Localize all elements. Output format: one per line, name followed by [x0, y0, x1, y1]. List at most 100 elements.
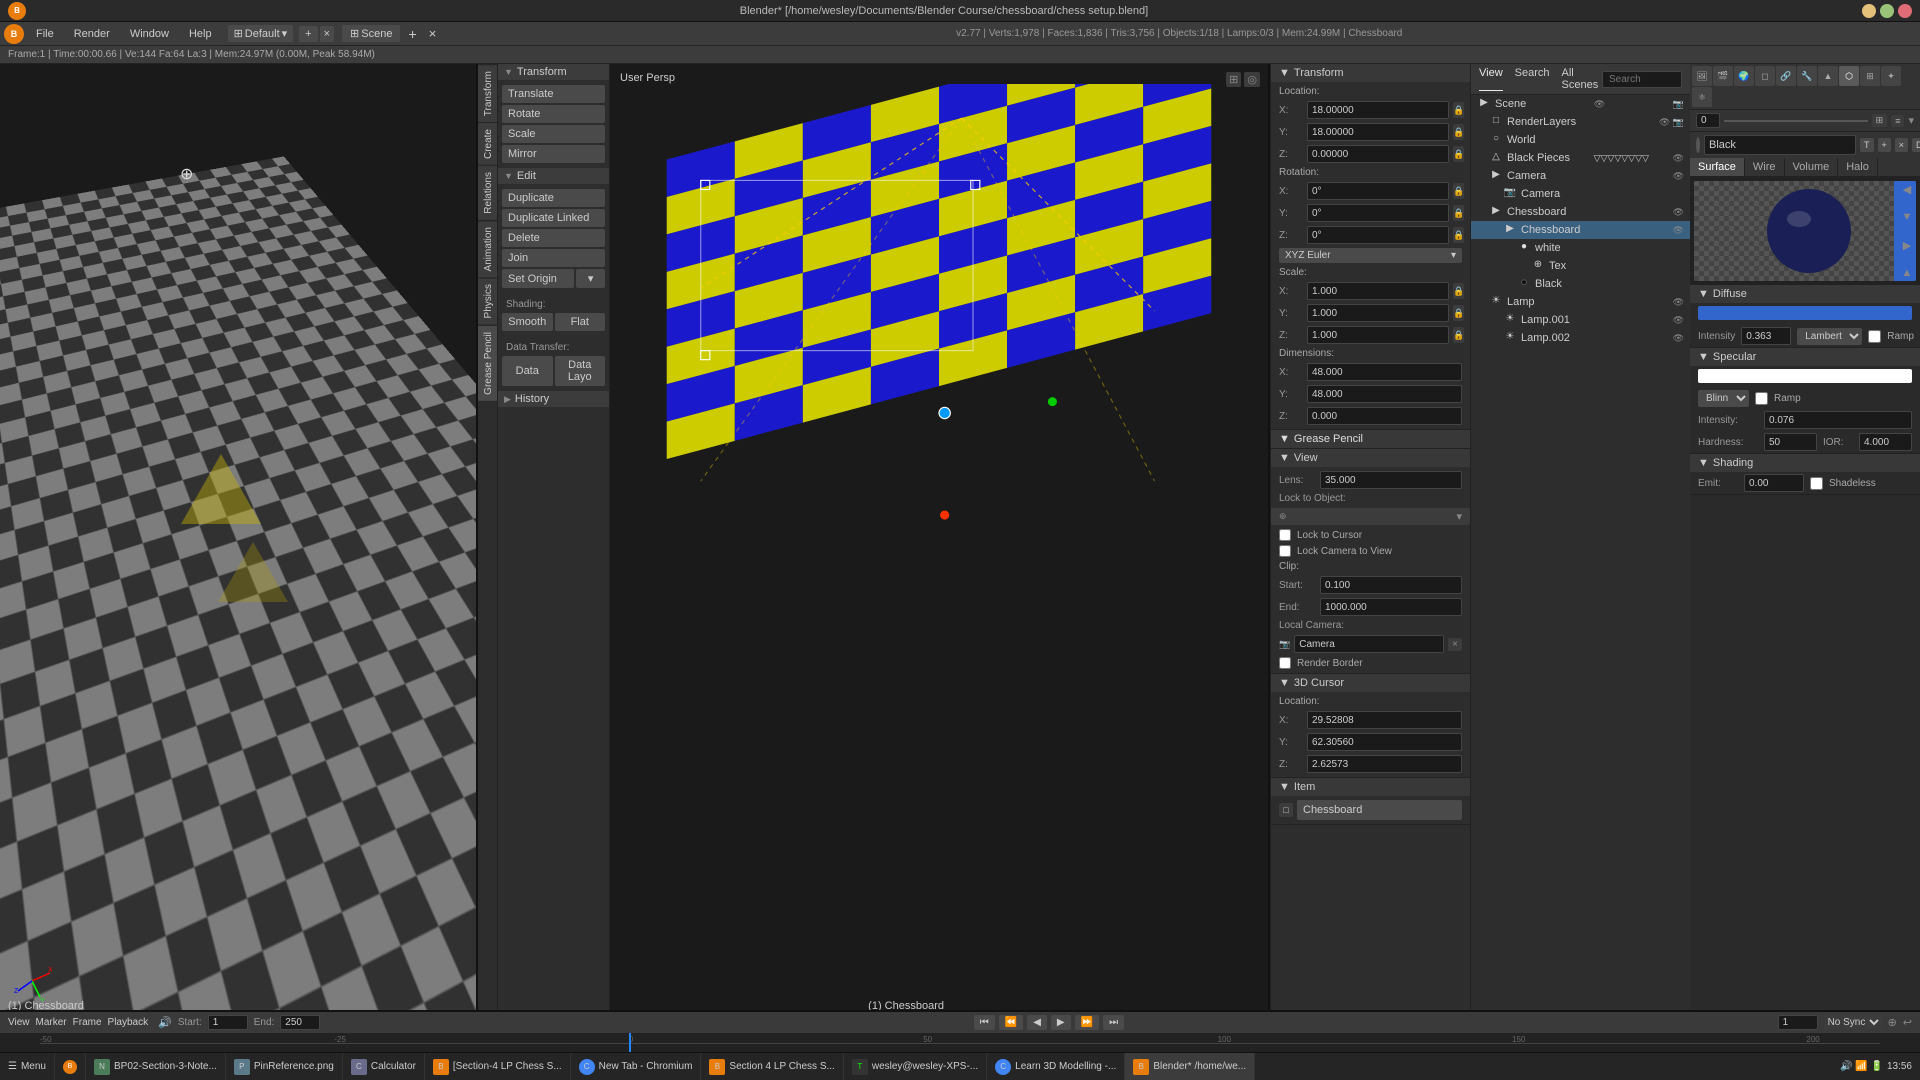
prev-ctrl-1[interactable]: ◀ [1903, 183, 1911, 196]
dim-y-field[interactable] [1307, 385, 1462, 403]
menu-help[interactable]: Help [181, 26, 220, 42]
tl-playback-btn[interactable]: Playback [108, 1017, 149, 1028]
cbg-eye[interactable]: 👁 [1673, 207, 1684, 218]
scale-z-lock[interactable]: 🔒 [1453, 327, 1464, 343]
scene-tab-view[interactable]: View [1479, 67, 1503, 91]
outliner-tex[interactable]: ⊕ Tex [1471, 257, 1690, 275]
prev-ctrl-2[interactable]: ▼ [1902, 211, 1913, 223]
tl-play-btn[interactable]: ▶ [1051, 1015, 1071, 1030]
outliner-chessboard[interactable]: ▶ Chessboard 👁 [1471, 221, 1690, 239]
outliner-scene[interactable]: ▶ Scene 👁 📷 [1471, 95, 1690, 113]
scale-btn[interactable]: Scale [502, 125, 605, 143]
prop-tab-material[interactable]: ⬡ [1839, 66, 1859, 86]
prop-tab-particles[interactable]: ✦ [1881, 66, 1901, 86]
main-viewport[interactable]: User Persp ⊞ ◎ (1) Chessboard View Selec… [610, 64, 1270, 1040]
data-layo-btn[interactable]: Data Layo [555, 356, 606, 386]
prop-tab-data[interactable]: ▲ [1818, 66, 1838, 86]
rot-z-field[interactable] [1307, 226, 1449, 244]
taskbar-pin[interactable]: P PinReference.png [226, 1053, 343, 1080]
close-button[interactable] [1898, 4, 1912, 18]
duplicate-btn[interactable]: Duplicate [502, 189, 605, 207]
render-border-checkbox[interactable] [1279, 657, 1291, 669]
tl-audio-icon[interactable]: 🔊 [158, 1016, 172, 1029]
rot-y-lock[interactable]: 🔒 [1453, 205, 1464, 221]
menu-file[interactable]: File [28, 26, 62, 42]
cb-eye[interactable]: 👁 [1673, 225, 1684, 236]
diff-intensity-field[interactable] [1741, 327, 1791, 345]
shading-mat-header[interactable]: ▼ Shading [1690, 454, 1920, 472]
taskbar-bp02[interactable]: N BP02-Section-3-Note... [86, 1053, 226, 1080]
set-origin-btn[interactable]: Set Origin [502, 269, 574, 288]
join-btn[interactable]: Join [502, 249, 605, 267]
transform-header[interactable]: ▼ Transform [498, 64, 609, 80]
prop-tab-physics[interactable]: ⚛ [1692, 87, 1712, 107]
smooth-btn[interactable]: Smooth [502, 313, 553, 331]
cursor-z-field[interactable] [1307, 755, 1462, 773]
cursor-y-field[interactable] [1307, 733, 1462, 751]
spec-hardness-field[interactable] [1764, 433, 1817, 451]
scale-y-lock[interactable]: 🔒 [1453, 305, 1464, 321]
prop-tab-modifier[interactable]: 🔧 [1797, 66, 1817, 86]
rotate-btn[interactable]: Rotate [502, 105, 605, 123]
duplicate-linked-btn[interactable]: Duplicate Linked [502, 209, 605, 227]
item-header[interactable]: ▼ Item [1271, 778, 1470, 796]
dim-x-field[interactable] [1307, 363, 1462, 381]
taskbar-section4[interactable]: B [Section-4 LP Chess S... [425, 1053, 571, 1080]
mat-add-btn[interactable]: + [1878, 138, 1891, 152]
maximize-button[interactable] [1880, 4, 1894, 18]
set-origin-dropdown[interactable]: ▾ [576, 269, 605, 288]
diff-ramp-checkbox[interactable] [1868, 330, 1881, 343]
tl-scrubber[interactable]: -50 -25 0 50 100 150 200 [0, 1034, 1920, 1052]
shadeless-checkbox[interactable] [1810, 477, 1823, 490]
tl-next-frame-btn[interactable]: ⏩ [1075, 1015, 1099, 1030]
loc-z-lock[interactable]: 🔒 [1453, 146, 1464, 162]
taskbar-learn[interactable]: C Learn 3D Modelling -... [987, 1053, 1125, 1080]
outliner-lamp001[interactable]: ☀ Lamp.001 👁 [1471, 311, 1690, 329]
transform-prop-header[interactable]: ▼ Transform [1271, 64, 1470, 82]
minimize-button[interactable] [1862, 4, 1876, 18]
mat-del-btn[interactable]: × [1895, 138, 1908, 152]
prop-tab-constraint[interactable]: 🔗 [1776, 66, 1796, 86]
scale-z-field[interactable] [1307, 326, 1449, 344]
surf-tab-wire[interactable]: Wire [1745, 158, 1785, 176]
left-viewport[interactable]: ⊕ X Y Z (1) Chessboard View Select Add O… [0, 64, 478, 1040]
rot-y-field[interactable] [1307, 204, 1449, 222]
item-name-field[interactable] [1297, 800, 1462, 820]
outliner-black-pieces[interactable]: △ Black Pieces ▽▽▽▽▽▽▽▽ 👁 [1471, 149, 1690, 167]
scene-search-input[interactable] [1602, 71, 1682, 88]
scene-tab-search[interactable]: Search [1515, 67, 1550, 91]
tab-relations[interactable]: Relations [478, 165, 497, 220]
scene-tab[interactable]: ⊞ Scene [342, 25, 400, 42]
tl-start-btn[interactable]: ⏮ [974, 1015, 995, 1030]
taskbar-menu[interactable]: ☰ Menu [0, 1053, 55, 1080]
clip-start-field[interactable] [1320, 576, 1462, 594]
scale-y-field[interactable] [1307, 304, 1449, 322]
loc-y-lock[interactable]: 🔒 [1453, 124, 1464, 140]
surf-tab-halo[interactable]: Halo [1838, 158, 1878, 176]
scene-tab-all-scenes[interactable]: All Scenes [1562, 67, 1602, 91]
grease-pencil-header[interactable]: ▼ Grease Pencil [1271, 430, 1470, 448]
history-header[interactable]: ▶ History [498, 391, 609, 407]
bp-eye[interactable]: 👁 [1673, 153, 1684, 164]
tl-end-btn[interactable]: ⏭ [1103, 1015, 1124, 1030]
tl-start-field[interactable] [208, 1015, 248, 1030]
outliner-camera-group[interactable]: ▶ Camera 👁 [1471, 167, 1690, 185]
vp-render-btn[interactable]: ⊞ [1226, 72, 1241, 87]
taskbar-chromium[interactable]: C New Tab - Chromium [571, 1053, 702, 1080]
tl-current-frame[interactable] [1778, 1015, 1818, 1030]
lock-cursor-checkbox[interactable] [1279, 529, 1291, 541]
cursor-x-field[interactable] [1307, 711, 1462, 729]
tl-marker-btn[interactable]: Marker [36, 1017, 67, 1028]
scene-cam[interactable]: 📷 [1673, 99, 1684, 110]
tl-reverse-btn[interactable]: ◀ [1027, 1015, 1047, 1030]
spec-method-select[interactable]: Blinn [1698, 390, 1749, 407]
diffuse-header[interactable]: ▼ Diffuse [1690, 285, 1920, 303]
add-layout-button[interactable]: + [299, 26, 317, 42]
prev-ctrl-4[interactable]: ▲ [1902, 267, 1913, 279]
diffuse-color-bar[interactable] [1698, 306, 1912, 320]
taskbar-section4b[interactable]: B Section 4 LP Chess S... [701, 1053, 843, 1080]
tl-prev-frame-btn[interactable]: ⏪ [999, 1015, 1023, 1030]
outliner-black-mat[interactable]: ● Black [1471, 275, 1690, 293]
edit-header[interactable]: ▼ Edit [498, 168, 609, 184]
tl-extra-2[interactable]: ↩ [1903, 1016, 1912, 1029]
